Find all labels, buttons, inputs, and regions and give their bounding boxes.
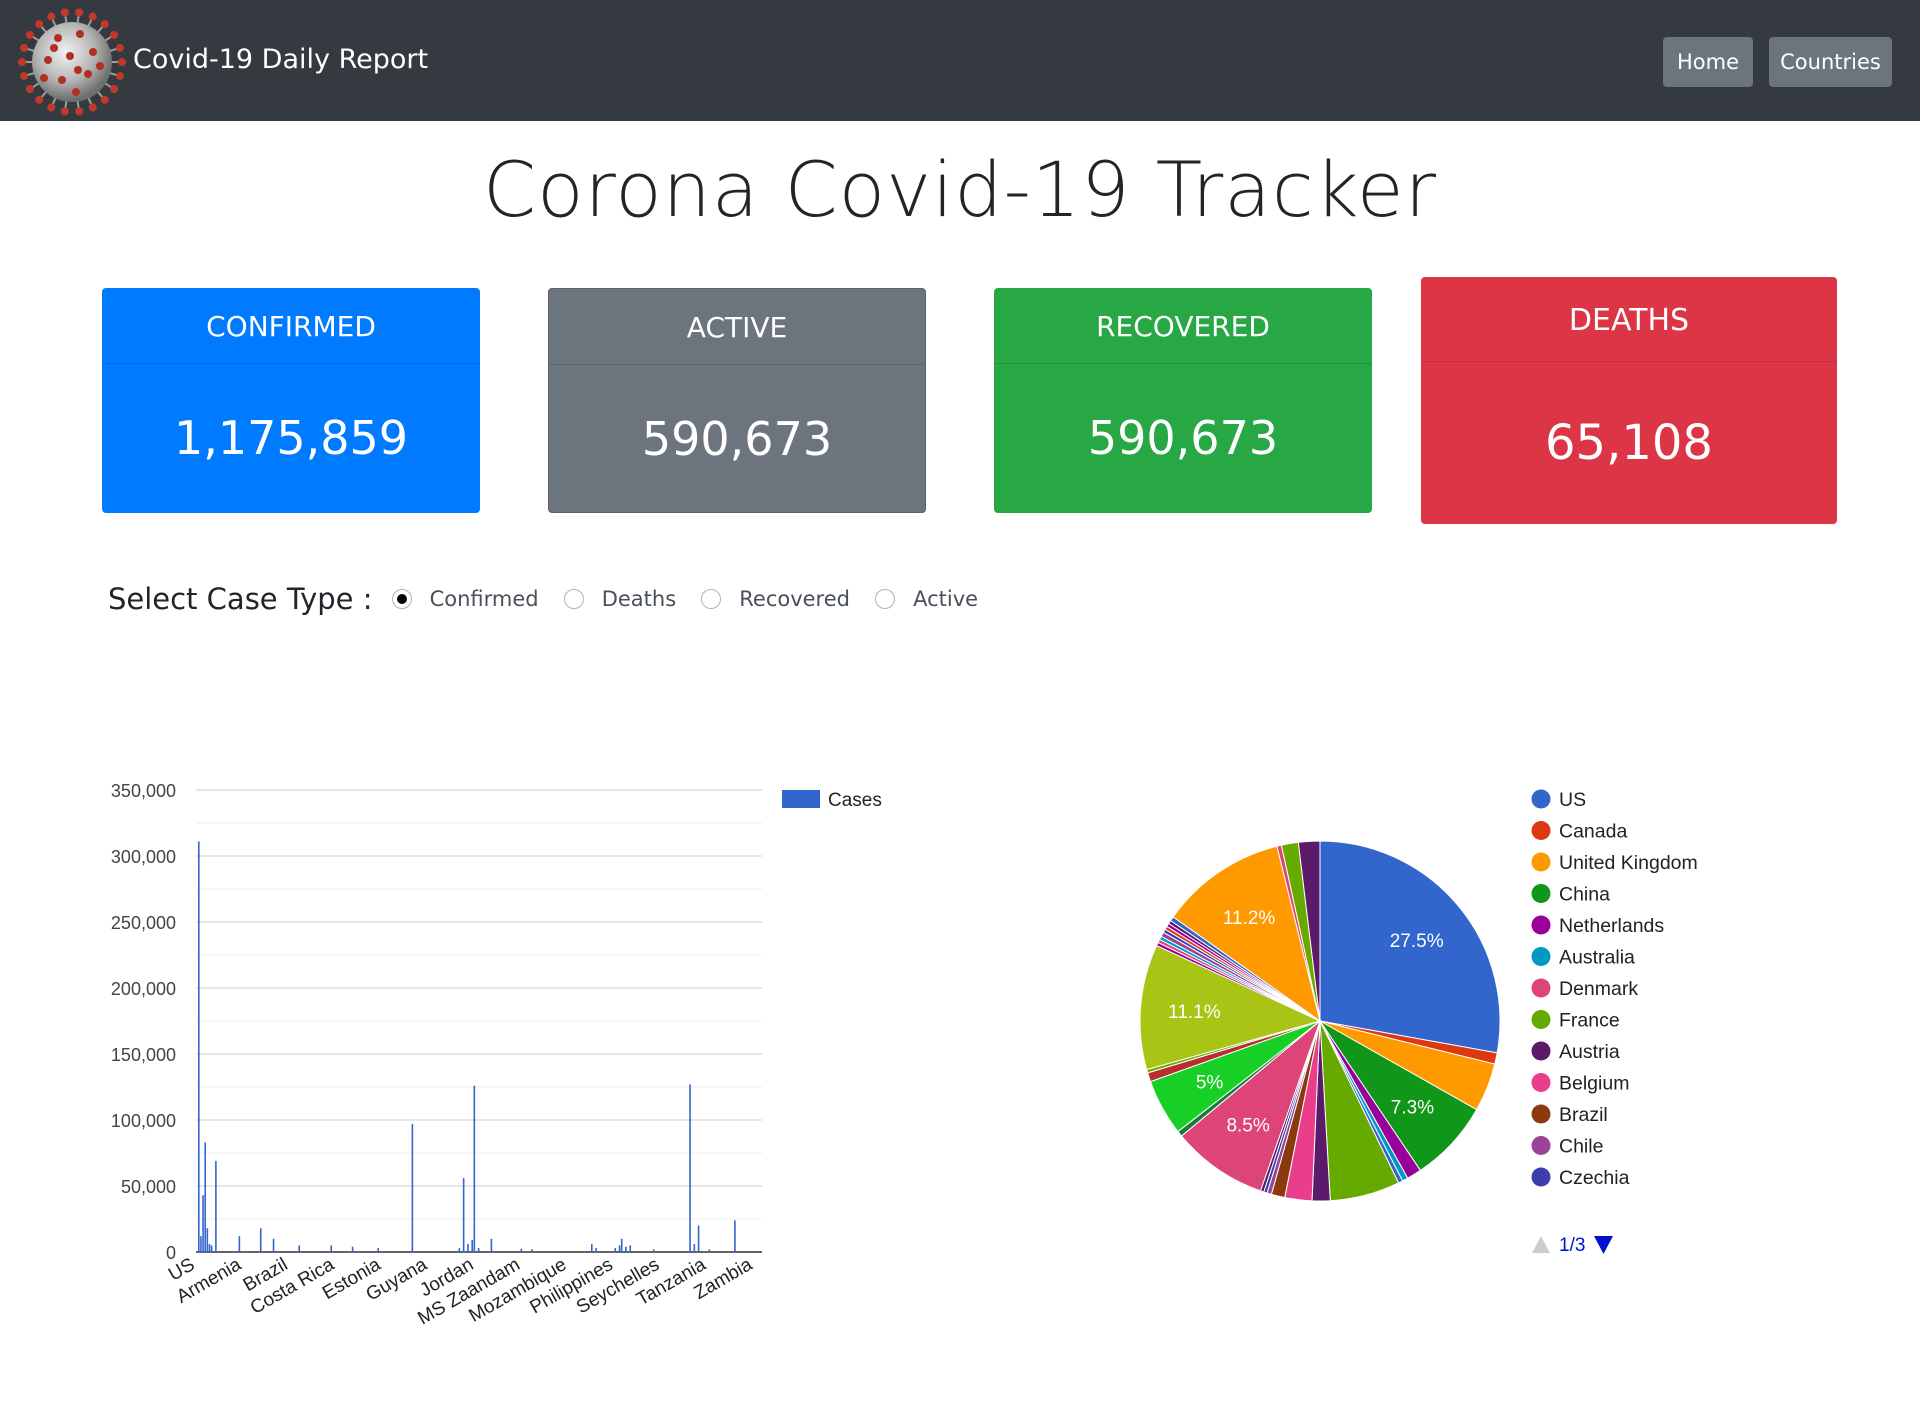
pie-legend-swatch	[1531, 884, 1551, 903]
pie-legend-label[interactable]: United Kingdom	[1559, 852, 1698, 874]
pie-slice-label: 11.2%	[1223, 908, 1276, 929]
pie-legend-swatch	[1531, 1041, 1551, 1061]
pie-legend-label[interactable]: Brazil	[1559, 1104, 1608, 1126]
legend-page-down-icon[interactable]	[1594, 1236, 1613, 1254]
pie-legend-label[interactable]: China	[1559, 884, 1610, 906]
pie-legend-swatch	[1531, 978, 1551, 998]
legend-page-up-icon[interactable]	[1532, 1236, 1550, 1253]
legend-page-indicator: 1/3	[1559, 1235, 1585, 1256]
pie-legend-swatch	[1531, 915, 1551, 935]
cases-pie-chart: 27.5% 7.3% 8.5%5% 11.1% 11.2% US Canada United …	[1139, 789, 1698, 1256]
pie-legend-label[interactable]: Canada	[1559, 821, 1627, 843]
pie-legend-swatch	[1531, 1010, 1551, 1029]
pie-slice-label: 5%	[1196, 1073, 1224, 1094]
pie-legend-label[interactable]: US	[1559, 789, 1586, 811]
pie-legend-label[interactable]: Czechia	[1559, 1167, 1630, 1189]
pie-slice-label: 27.5%	[1390, 931, 1444, 952]
pie-legend-swatch	[1531, 789, 1551, 809]
pie-legend-swatch	[1531, 852, 1551, 872]
pie-legend-swatch	[1531, 1104, 1551, 1124]
pie-legend-label[interactable]: Denmark	[1559, 978, 1638, 1000]
pie-slice-label: 8.5%	[1226, 1115, 1269, 1136]
pie-legend-label[interactable]: Belgium	[1559, 1073, 1629, 1095]
pie-legend-swatch	[1531, 1136, 1551, 1155]
pie-legend-swatch	[1531, 1073, 1551, 1092]
pie-legend-label[interactable]: Australia	[1559, 947, 1635, 969]
pie-legend-label[interactable]: France	[1559, 1010, 1620, 1032]
pie-legend-swatch	[1531, 821, 1551, 840]
pie-legend-label[interactable]: Chile	[1559, 1136, 1603, 1158]
pie-legend-label[interactable]: Austria	[1559, 1041, 1620, 1063]
pie-slice-label: 11.1%	[1168, 1002, 1221, 1023]
pie-slice-label: 7.3%	[1391, 1098, 1434, 1119]
pie-legend-swatch	[1531, 1167, 1551, 1187]
pie-legend-label[interactable]: Netherlands	[1559, 915, 1664, 937]
pie-legend-swatch	[1531, 947, 1551, 966]
